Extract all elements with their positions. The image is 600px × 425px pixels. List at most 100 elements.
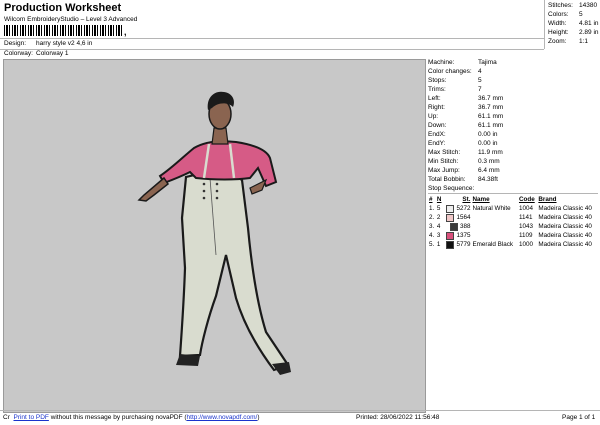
needle-number: 3 (436, 232, 441, 239)
page-number: Page 1 of 1 (562, 414, 596, 421)
detail-label: Down: (428, 122, 447, 129)
table-row: 4. 3 1375 1109 Madeira Classic 40 (428, 231, 598, 240)
column-header: # (429, 196, 433, 203)
thread-code: 1004 (518, 205, 533, 212)
needle-number: 5 (436, 205, 441, 212)
thread-name: Natural White (472, 205, 511, 212)
stat-value: 14380 (579, 2, 598, 9)
stat-label: Stitches: (548, 2, 573, 9)
detail-row: Down: 61.1 mm (428, 122, 503, 129)
print-to-pdf-link[interactable]: Print to PDF (13, 414, 48, 421)
detail-value: 7 (478, 86, 482, 93)
thread-brand: Madeira Classic 40 (538, 205, 592, 212)
detail-row: Left: 36.7 mm (428, 95, 503, 102)
detail-value: 6.4 mm (478, 167, 500, 174)
thread-brand: Madeira Classic 40 (538, 241, 592, 248)
details-panel: Machine: Tajima Color changes: 4 Stops: 5 T… (428, 59, 598, 411)
color-swatch (449, 222, 458, 231)
software-subtitle: Wilcom EmbroideryStudio – Level 3 Advanc… (4, 16, 138, 23)
detail-label: Total Bobbin: (428, 176, 466, 183)
needle-number: 2 (436, 214, 441, 221)
detail-row: EndX: 0.00 in (428, 131, 498, 138)
stitch-count: 1564 (443, 213, 471, 222)
needle-number: 1 (436, 241, 441, 248)
detail-label: Stops: (428, 77, 447, 84)
footer: Cr Print to PDF without this message by … (0, 410, 600, 425)
thread-code: 1043 (518, 223, 533, 230)
printed-timestamp: Printed: 28/06/2022 11:56:48 (356, 414, 440, 421)
divider (0, 38, 544, 39)
stitch-count-value: 5272 (456, 205, 471, 213)
detail-label: Trims: (428, 86, 446, 93)
column-header: Brand (538, 196, 557, 203)
detail-label: Color changes: (428, 68, 472, 75)
detail-row: Total Bobbin: 84.38ft (428, 176, 498, 183)
color-swatch (446, 213, 455, 222)
stat-label: Colors: (548, 11, 569, 18)
detail-label: Max Jump: (428, 167, 460, 174)
stitch-count: 1375 (443, 231, 471, 240)
design-preview (3, 59, 426, 413)
detail-value: 0.3 mm (478, 158, 500, 165)
page-title: Production Worksheet (4, 2, 122, 14)
row-number: 4. (429, 232, 435, 239)
stop-sequence-label: Stop Sequence: (428, 185, 475, 192)
thread-code: 1000 (518, 241, 533, 248)
footer-prefix: Cr (3, 414, 10, 421)
detail-row: Up: 61.1 mm (428, 113, 503, 120)
stitch-count-value: 1564 (456, 214, 471, 222)
stitch-count: 5779 (443, 240, 471, 249)
column-header: N (436, 196, 442, 203)
barcode-mark: , (124, 27, 127, 37)
divider (428, 193, 598, 194)
stat-value: 1:1 (579, 38, 589, 45)
detail-value: 61.1 mm (478, 113, 504, 120)
detail-label: Left: (428, 95, 441, 102)
table-row: 2. 2 1564 1141 Madeira Classic 40 (428, 213, 598, 222)
color-swatch (446, 240, 455, 249)
barcode (4, 25, 122, 36)
footer-suffix: ) (257, 414, 260, 421)
detail-row: Stops: 5 (428, 77, 482, 84)
thread-name: Emerald Black (472, 241, 514, 248)
detail-value: 5 (478, 77, 482, 84)
thread-name (471, 213, 518, 222)
novapdf-url-link[interactable]: http://www.novapdf.com/ (187, 414, 258, 421)
detail-row: Min Stitch: 0.3 mm (428, 158, 500, 165)
thread-code: 1109 (518, 232, 533, 239)
stitch-count: 5272 (443, 204, 471, 213)
thread-name (471, 222, 518, 231)
detail-value: 36.7 mm (478, 95, 504, 102)
thread-code: 1141 (518, 214, 533, 221)
detail-value: 36.7 mm (478, 104, 504, 111)
stitch-count-value: 1375 (456, 232, 471, 240)
stitch-count-value: 388 (459, 223, 471, 231)
stat-label: Zoom: (548, 38, 567, 45)
footer-text: without this message by purchasing novaP… (50, 414, 187, 421)
detail-row: Max Jump: 6.4 mm (428, 167, 500, 174)
stitch-count: 388 (443, 222, 471, 231)
detail-value: 11.9 mm (478, 149, 503, 156)
detail-value: Tajima (478, 59, 497, 66)
detail-value: 0.00 in (478, 140, 498, 147)
row-number: 1. (429, 205, 435, 212)
stat-label: Height: (548, 29, 569, 36)
detail-row: Max Stitch: 11.9 mm (428, 149, 503, 156)
color-swatch (446, 231, 455, 240)
design-value: harry style v2 4,6 in (36, 40, 93, 47)
stats-box: Stitches: 14380 Colors: 5 Width: 4.81 in He… (544, 0, 600, 49)
detail-value: 61.1 mm (478, 122, 504, 129)
detail-row: Machine: Tajima (428, 59, 497, 66)
detail-value: 84.38ft (478, 176, 498, 183)
color-swatch (446, 204, 455, 213)
design-row: Design: harry style v2 4,6 in (4, 40, 92, 47)
table-row: 5. 1 5779 Emerald Black 1000 Madeira Classic … (428, 240, 598, 249)
colorway-value: Colorway 1 (36, 50, 69, 57)
needle-number: 4 (436, 223, 441, 230)
detail-row: Right: 36.7 mm (428, 104, 503, 111)
detail-label: Min Stitch: (428, 158, 459, 165)
stop-sequence-table: # N St. Name Code Brand 1. 5 5272 Natural W… (428, 195, 598, 249)
column-header: Name (472, 196, 490, 203)
detail-row: Color changes: 4 (428, 68, 482, 75)
stat-value: 2.89 in (579, 29, 599, 36)
